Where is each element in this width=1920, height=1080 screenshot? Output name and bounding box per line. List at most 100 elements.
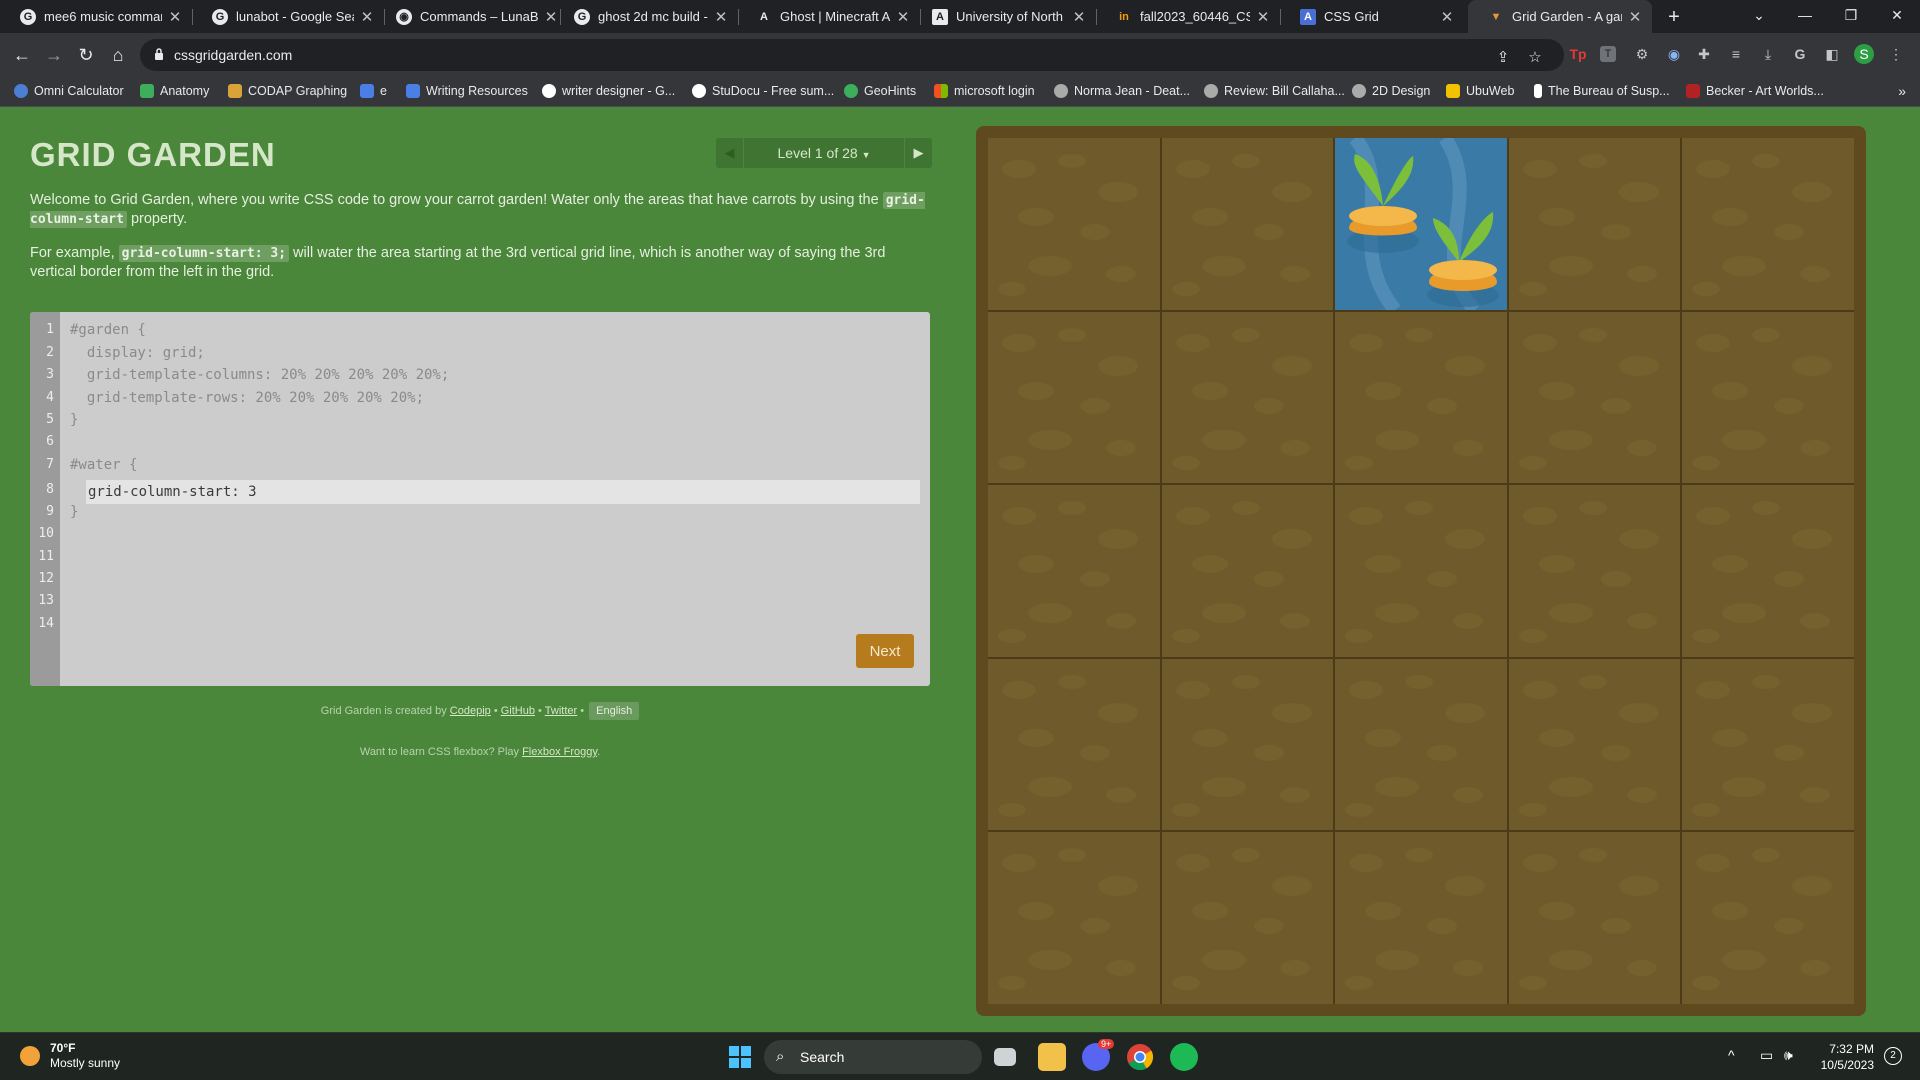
level-dropdown[interactable]: Level 1 of 28 ▼ [744,138,904,170]
anatomy-icon [140,84,154,98]
previous-level-icon[interactable]: ◀ [716,138,744,168]
system-clock[interactable]: 7:32 PM 10/5/2023 [1808,1041,1874,1073]
tab-4[interactable]: A Ghost | Minecraft Am ✕ [736,0,920,33]
bookmark-item[interactable]: Norma Jean - Deat... [1054,84,1190,98]
soil-cell [1508,138,1681,310]
task-view-icon[interactable] [994,1048,1016,1066]
bookmark-item[interactable]: GeoHints [844,84,916,98]
code-term[interactable]: grid-column-start: 3; [118,245,290,262]
menu-kebab-icon[interactable]: ⋮ [1886,44,1906,64]
taskbar-search[interactable]: ⌕ Search [764,1040,982,1074]
extension-tp-icon[interactable]: Tp [1568,44,1588,64]
grammarly-g-icon[interactable]: G [1790,44,1810,64]
soil-pebble [1349,854,1384,873]
bookmark-star-icon[interactable]: ☆ [1524,47,1546,69]
tab-6[interactable]: in fall2023_60446_CSCI1 ✕ [1096,0,1280,33]
next-button[interactable]: Next [856,634,914,668]
bookmark-item[interactable]: CODAP Graphing [228,84,347,98]
bookmarks-overflow-icon[interactable]: » [1898,83,1906,99]
bookmark-item[interactable]: Becker - Art Worlds... [1686,84,1824,98]
soil-pebble [1696,160,1731,178]
windows-start-icon[interactable] [726,1043,754,1071]
css-answer-input[interactable] [86,480,920,504]
bookmark-item[interactable]: The Bureau of Susp... [1534,84,1670,98]
restore-button[interactable]: ❐ [1828,0,1874,30]
back-icon[interactable]: ← [8,41,36,69]
side-panel-icon[interactable]: ◧ [1822,44,1842,64]
extension-gear-icon[interactable]: ⚙ [1632,44,1652,64]
extensions-puzzle-icon[interactable]: ✚ [1694,44,1714,64]
omni-calculator-icon [14,84,28,98]
close-window-button[interactable]: ✕ [1874,0,1920,30]
tab-search-chevron-icon[interactable]: ⌄ [1736,0,1782,30]
tab-1[interactable]: G lunabot - Google Sea ✕ [192,0,384,33]
tray-overflow-icon[interactable]: ^ [1728,1047,1735,1063]
chrome-icon[interactable] [1126,1043,1154,1071]
extension-t-icon[interactable]: T [1600,46,1616,62]
bookmark-item[interactable]: Anatomy [140,84,209,98]
bookmark-item[interactable]: Omni Calculator [14,84,124,98]
extension-lens-icon[interactable]: ◉ [1664,44,1684,64]
next-level-icon[interactable]: ▶ [904,138,932,168]
close-icon[interactable]: ✕ [714,8,728,26]
soil-pebble [1028,950,1072,971]
line-number: 1 [46,322,54,337]
spotify-icon[interactable] [1170,1043,1198,1071]
bookmark-label: e [380,84,387,98]
language-button[interactable]: English [589,702,640,720]
caret-down-icon: ▼ [861,150,871,160]
soil-pebble [1271,182,1312,202]
close-icon[interactable]: ✕ [1256,8,1270,26]
tab-5[interactable]: A University of North C ✕ [912,0,1096,33]
bookmark-item[interactable]: Writing Resources [406,84,528,98]
close-icon[interactable]: ✕ [360,8,374,26]
share-icon[interactable]: ⇪ [1492,47,1514,69]
microsoft-icon [934,84,948,98]
home-icon[interactable]: ⌂ [104,41,132,69]
bookmark-item[interactable]: e [360,84,387,98]
download-icon[interactable]: ⤓ [1758,44,1778,64]
soil-pebble [1792,702,1833,723]
bookmark-label: GeoHints [864,84,917,98]
volume-icon[interactable]: 🕪 [1784,1047,1793,1064]
twitter-link[interactable]: Twitter [545,705,577,717]
bookmark-item[interactable]: microsoft login [934,84,1035,98]
tab-title: ghost 2d mc build - G [598,9,708,24]
minimize-button[interactable]: — [1782,0,1828,30]
reload-icon[interactable]: ↻ [72,41,100,69]
close-icon[interactable]: ✕ [1440,8,1454,26]
close-icon[interactable]: ✕ [896,8,910,26]
new-tab-button[interactable]: + [1661,4,1687,30]
close-icon[interactable]: ✕ [168,8,182,26]
flexbox-froggy-link[interactable]: Flexbox Froggy [522,746,597,758]
notification-badge[interactable]: 2 [1884,1047,1902,1065]
bookmark-item[interactable]: Review: Bill Callaha... [1204,84,1345,98]
tab-2[interactable]: ◉ Commands – LunaBot ✕ [376,0,568,33]
close-icon[interactable]: ✕ [1628,8,1642,26]
bookmark-item[interactable]: 2D Design [1352,84,1430,98]
soil-pebble [1712,208,1749,226]
profile-avatar[interactable]: S [1854,44,1874,64]
network-icon[interactable]: ▭ [1760,1047,1773,1064]
file-explorer-icon[interactable] [1038,1043,1066,1071]
tab-3[interactable]: G ghost 2d mc build - G ✕ [554,0,738,33]
soil-pebble [1080,918,1110,935]
soil-pebble [1712,555,1749,574]
bookmark-item[interactable]: writer designer - G... [542,84,675,98]
address-bar[interactable]: cssgridgarden.com ⇪ ☆ [140,39,1564,71]
soil-pebble [1445,529,1486,550]
tab-7[interactable]: A CSS Grid ✕ [1280,0,1464,33]
forward-icon[interactable]: → [40,41,68,69]
promo-text: Want to learn CSS flexbox? Play [359,746,523,758]
tab-0[interactable]: G mee6 music command ✕ [0,0,192,33]
github-link[interactable]: GitHub [501,705,535,717]
bookmark-item[interactable]: UbuWeb [1446,84,1514,98]
weather-widget[interactable]: 70°F Mostly sunny [20,1041,120,1071]
codepip-link[interactable]: Codepip [450,705,491,717]
soil-pebble [1201,256,1246,276]
close-icon[interactable]: ✕ [1072,8,1086,26]
media-queue-icon[interactable]: ≡ [1726,44,1746,64]
tab-8-active[interactable]: ▼ Grid Garden - A game ✕ [1468,0,1652,33]
bookmark-item[interactable]: StuDocu - Free sum... [692,84,834,98]
soil-pebble [1626,266,1657,282]
